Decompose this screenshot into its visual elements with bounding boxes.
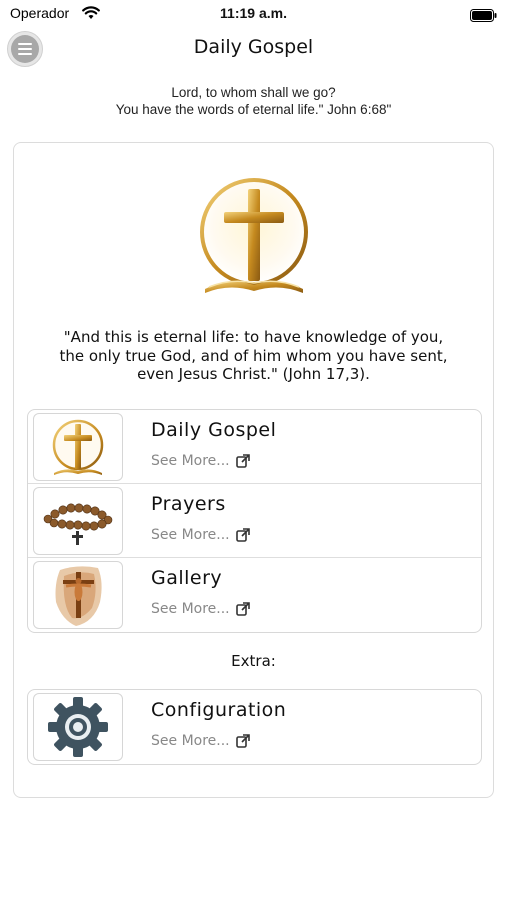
list-item-title: Gallery [151, 567, 223, 589]
cross-icon [33, 413, 123, 481]
header-quote-line1: Lord, to whom shall we go? [171, 85, 336, 100]
list-item-gallery[interactable]: Gallery See More... [28, 558, 481, 632]
header-quote-line2: You have the words of eternal life." Joh… [115, 102, 392, 117]
see-more-label: See More... [151, 453, 230, 469]
external-link-icon [235, 454, 250, 468]
main-card: "And this is eternal life: to have knowl… [13, 142, 494, 798]
verse-text: "And this is eternal life: to have knowl… [14, 328, 493, 384]
battery-icon [470, 7, 497, 26]
page-title: Daily Gospel [193, 36, 314, 58]
list-item-configuration[interactable]: Configuration See More... [28, 690, 481, 764]
extra-heading: Extra: [231, 652, 276, 670]
verse-line2: the only true God, and of him whom you h… [59, 346, 448, 365]
clock: 11:19 a.m. [220, 5, 287, 21]
rosary-icon [33, 487, 123, 555]
see-more-label: See More... [151, 733, 230, 749]
list-item-daily-gospel[interactable]: Daily Gospel See More... [28, 410, 481, 484]
menu-list: Daily Gospel See More... Prayers See Mor… [27, 409, 482, 633]
external-link-icon [235, 602, 250, 616]
verse-line3: even Jesus Christ." (John 17,3). [137, 365, 370, 383]
external-link-icon [235, 734, 250, 748]
see-more-link[interactable]: See More... [151, 453, 250, 469]
see-more-link[interactable]: See More... [151, 601, 250, 617]
header-quote: Lord, to whom shall we go? You have the … [0, 84, 507, 118]
list-item-prayers[interactable]: Prayers See More... [28, 484, 481, 558]
list-item-title: Configuration [151, 699, 287, 721]
crucifix-icon [33, 561, 123, 629]
cross-hero-icon [197, 177, 311, 299]
see-more-link[interactable]: See More... [151, 527, 250, 543]
status-bar: Operador 11:19 a.m. [0, 0, 507, 30]
see-more-link[interactable]: See More... [151, 733, 250, 749]
list-item-title: Daily Gospel [151, 419, 277, 441]
external-link-icon [235, 528, 250, 542]
see-more-label: See More... [151, 601, 230, 617]
list-item-title: Prayers [151, 493, 226, 515]
verse-line1: "And this is eternal life: to have knowl… [63, 328, 444, 346]
extra-list: Configuration See More... [27, 689, 482, 765]
see-more-label: See More... [151, 527, 230, 543]
gear-icon [33, 693, 123, 761]
